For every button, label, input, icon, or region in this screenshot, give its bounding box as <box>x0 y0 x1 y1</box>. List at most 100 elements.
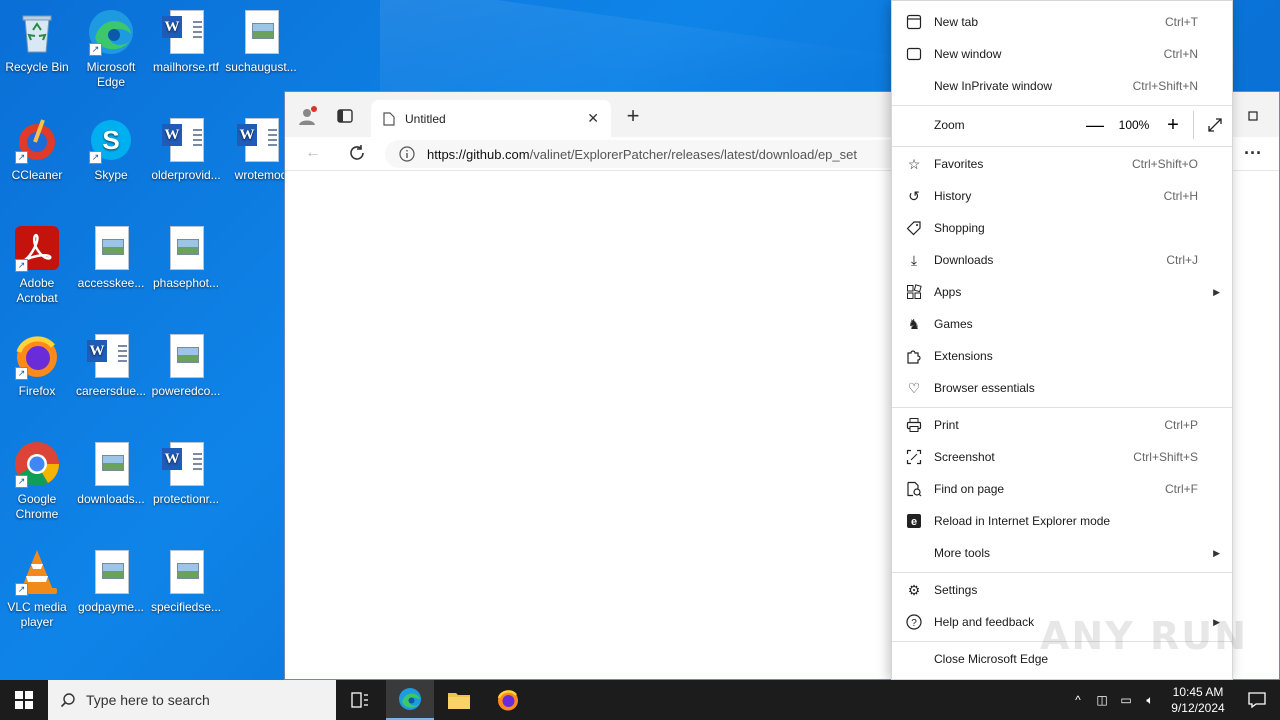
tab-actions-button[interactable] <box>331 104 359 128</box>
desktop-icon-label: accesskee... <box>77 276 145 290</box>
menu-item-label: New window <box>934 47 1002 61</box>
show-hidden-icons-chevron-icon[interactable]: ^ <box>1066 693 1090 707</box>
refresh-button[interactable] <box>343 141 371 165</box>
clock[interactable]: 10:45 AM 9/12/2024 <box>1162 684 1234 716</box>
shortcut-arrow-icon: ↗ <box>15 151 28 164</box>
desktop-icon-recycle-bin[interactable]: Recycle Bin <box>0 8 74 75</box>
extensions-puzzle-icon <box>904 346 924 366</box>
new-tab-icon <box>904 12 924 32</box>
desktop-icon-label: Firefox <box>18 384 56 398</box>
desktop-icon-word-doc[interactable]: W protectionr... <box>149 440 223 507</box>
zoom-out-button[interactable]: — <box>1079 110 1111 140</box>
desktop-icon-skype[interactable]: S ↗ Skype <box>74 116 148 183</box>
start-button[interactable] <box>0 680 48 720</box>
menu-item-shopping[interactable]: Shopping <box>892 212 1232 244</box>
desktop-icon-image-file[interactable]: godpayme... <box>74 548 148 615</box>
image-file-icon <box>162 332 210 380</box>
taskbar-search-box[interactable]: Type here to search <box>48 680 336 720</box>
desktop-icon-image-file[interactable]: suchaugust... <box>224 8 298 75</box>
menu-item-favorites[interactable]: ☆ Favorites Ctrl+Shift+O <box>892 148 1232 180</box>
url-path: /valinet/ExplorerPatcher/releases/latest… <box>529 146 857 162</box>
menu-item-downloads[interactable]: ⤓ Downloads Ctrl+J <box>892 244 1232 276</box>
shortcut-arrow-icon: ↗ <box>15 367 28 380</box>
taskbar-edge[interactable] <box>386 680 434 720</box>
profile-button[interactable] <box>293 104 321 128</box>
menu-item-label: Screenshot <box>934 450 995 464</box>
desktop-icon-adobe-acrobat[interactable]: ↗ Adobe Acrobat <box>0 224 74 306</box>
anyrun-watermark: ANY RUN <box>1040 614 1248 658</box>
menu-item-ie-mode[interactable]: e Reload in Internet Explorer mode <box>892 505 1232 537</box>
menu-item-label: Find on page <box>934 482 1005 496</box>
menu-item-find-on-page[interactable]: Find on page Ctrl+F <box>892 473 1232 505</box>
menu-item-games[interactable]: ♞ Games <box>892 308 1232 340</box>
image-file-icon <box>162 224 210 272</box>
desktop-icon-image-file[interactable]: specifiedse... <box>149 548 223 615</box>
shortcut-arrow-icon: ↗ <box>89 151 102 164</box>
image-file-icon <box>87 548 135 596</box>
desktop-icon-label: mailhorse.rtf <box>152 60 220 74</box>
desktop-icon-vlc[interactable]: ↗ VLC media player <box>0 548 74 630</box>
back-button[interactable]: ← <box>299 141 327 165</box>
menu-item-apps[interactable]: Apps ▶ <box>892 276 1232 308</box>
close-tab-icon[interactable]: ✕ <box>587 110 599 127</box>
help-icon: ? <box>904 612 924 632</box>
menu-item-more-tools[interactable]: More tools ▶ <box>892 537 1232 569</box>
desktop-icon-image-file[interactable]: poweredco... <box>149 332 223 399</box>
notifications-button[interactable] <box>1234 692 1280 708</box>
maximize-button[interactable] <box>1239 104 1267 128</box>
desktop-icon-label: suchaugust... <box>225 60 297 74</box>
zoom-controls: — 100% + <box>1079 110 1232 140</box>
menu-item-shortcut: Ctrl+N <box>1163 47 1198 61</box>
desktop-icon-label: downloads... <box>77 492 145 506</box>
desktop-icon-image-file[interactable]: downloads... <box>74 440 148 507</box>
menu-item-label: New tab <box>934 15 979 29</box>
firefox-icon: ↗ <box>13 332 61 380</box>
menu-item-extensions[interactable]: Extensions <box>892 340 1232 372</box>
fullscreen-button[interactable] <box>1198 110 1232 140</box>
desktop-icon-microsoft-edge[interactable]: ↗ Microsoft Edge <box>74 8 148 90</box>
menu-item-print[interactable]: Print Ctrl+P <box>892 409 1232 441</box>
favorites-icon: ☆ <box>907 155 921 172</box>
find-on-page-icon <box>904 479 924 499</box>
menu-item-label: Settings <box>934 583 978 597</box>
desktop-icon-image-file[interactable]: phasephot... <box>149 224 223 291</box>
desktop-icon-image-file[interactable]: accesskee... <box>74 224 148 291</box>
menu-item-browser-essentials[interactable]: ♡ Browser essentials <box>892 372 1232 404</box>
task-view-button[interactable] <box>336 680 384 720</box>
download-icon: ⤓ <box>910 251 918 268</box>
desktop-icon-firefox[interactable]: ↗ Firefox <box>0 332 74 399</box>
taskbar-file-explorer[interactable] <box>435 680 483 720</box>
clock-time: 10:45 AM <box>1172 685 1224 699</box>
taskbar-firefox[interactable] <box>484 680 532 720</box>
folder-icon <box>448 693 470 709</box>
address-bar[interactable]: https://github.com/valinet/ExplorerPatch… <box>385 140 925 168</box>
desktop-icon-google-chrome[interactable]: ↗ Google Chrome <box>0 440 74 522</box>
defender-icon[interactable]: ◫ <box>1090 693 1114 707</box>
new-tab-button[interactable]: + <box>619 103 647 128</box>
skype-icon: S ↗ <box>87 116 135 164</box>
volume-icon[interactable]: 🔈︎ <box>1138 693 1162 708</box>
browser-tab[interactable]: Untitled ✕ <box>371 100 611 137</box>
desktop-icon-word-doc[interactable]: W careersdue... <box>74 332 148 399</box>
system-tray: ^ ◫ ▭ 🔈︎ 10:45 AM 9/12/2024 <box>1066 680 1280 720</box>
menu-item-settings[interactable]: ⚙ Settings <box>892 574 1232 606</box>
zoom-level: 100% <box>1118 118 1150 132</box>
desktop-icon-word-doc[interactable]: W mailhorse.rtf <box>149 8 223 75</box>
submenu-arrow-icon: ▶ <box>1213 286 1220 297</box>
desktop-icon-label: Recycle Bin <box>5 60 69 74</box>
menu-item-history[interactable]: ↺ History Ctrl+H <box>892 180 1232 212</box>
settings-and-more-button[interactable]: ··· <box>1239 141 1267 165</box>
menu-item-label: New InPrivate window <box>934 79 1053 93</box>
desktop-icon-label: Adobe Acrobat <box>16 276 58 305</box>
search-icon <box>60 693 75 708</box>
desktop-icon-ccleaner[interactable]: ↗ CCleaner <box>0 116 74 183</box>
network-icon[interactable]: ▭ <box>1114 693 1138 707</box>
menu-item-shortcut: Ctrl+Shift+S <box>1133 450 1198 464</box>
desktop-icon-word-doc[interactable]: W olderprovid... <box>149 116 223 183</box>
menu-item-new-window[interactable]: New window Ctrl+N <box>892 38 1232 70</box>
menu-item-new-tab[interactable]: New tab Ctrl+T <box>892 6 1232 38</box>
menu-item-new-inprivate-window[interactable]: New InPrivate window Ctrl+Shift+N <box>892 70 1232 102</box>
menu-item-screenshot[interactable]: Screenshot Ctrl+Shift+S <box>892 441 1232 473</box>
zoom-in-button[interactable]: + <box>1157 110 1189 140</box>
history-icon: ↺ <box>908 187 920 204</box>
